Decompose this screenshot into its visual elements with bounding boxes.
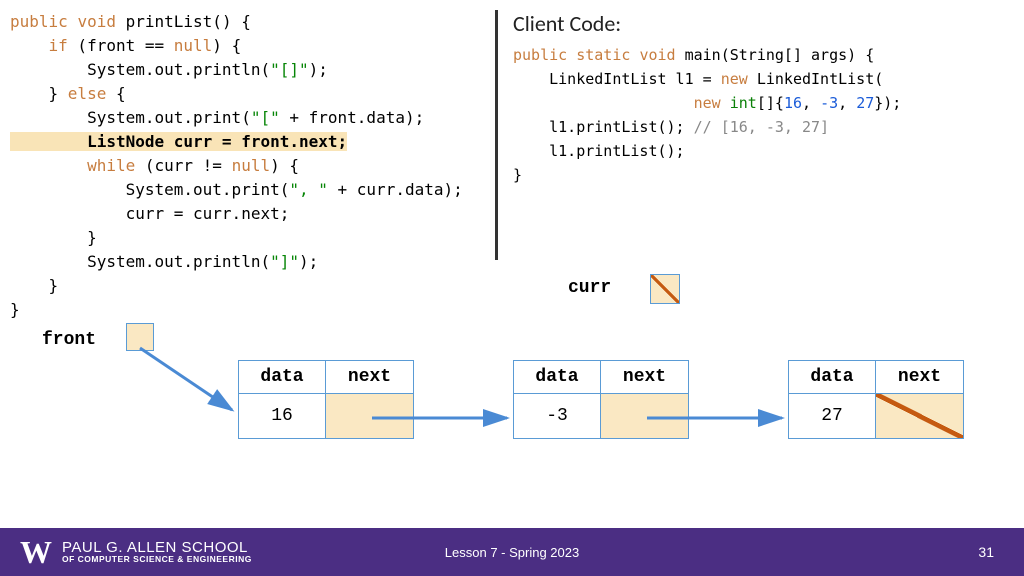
page-number: 31	[978, 544, 994, 560]
client-code-title: Client Code:	[513, 10, 1004, 37]
code-line: l1.printList(); // [16, -3, 27]	[513, 115, 1004, 139]
node-next-cell	[326, 394, 413, 438]
code-line: System.out.print(", " + curr.data);	[10, 178, 480, 202]
code-line: }	[10, 226, 480, 250]
code-line: if (front == null) {	[10, 34, 480, 58]
list-node-1: datanext 16	[238, 360, 414, 439]
node-header-next: next	[326, 361, 413, 394]
linked-list-diagram: curr front datanext 16 datanext -3 datan…	[0, 270, 1024, 500]
list-node-2: datanext -3	[513, 360, 689, 439]
node-header-next: next	[601, 361, 688, 394]
code-line: public void printList() {	[10, 10, 480, 34]
node-next-cell	[601, 394, 688, 438]
school-main-text: PAUL G. ALLEN SCHOOL	[62, 540, 252, 556]
w-logo-icon: W	[20, 534, 52, 571]
code-line: new int[]{16, -3, 27});	[513, 91, 1004, 115]
code-line: while (curr != null) {	[10, 154, 480, 178]
code-line-highlighted: ListNode curr = front.next;	[10, 130, 480, 154]
uw-logo: W PAUL G. ALLEN SCHOOL OF COMPUTER SCIEN…	[0, 534, 252, 571]
code-line: } else {	[10, 82, 480, 106]
front-variable-label: front	[42, 330, 96, 350]
node-header-data: data	[514, 361, 601, 394]
node-data-value: 16	[239, 394, 326, 438]
code-line: l1.printList();	[513, 139, 1004, 163]
node-next-null	[876, 394, 963, 438]
list-node-3: datanext 27	[788, 360, 964, 439]
node-data-value: -3	[514, 394, 601, 438]
code-line: LinkedIntList l1 = new LinkedIntList(	[513, 67, 1004, 91]
front-variable-box	[126, 323, 154, 351]
lesson-label: Lesson 7 - Spring 2023	[445, 545, 579, 560]
school-sub-text: OF COMPUTER SCIENCE & ENGINEERING	[62, 555, 252, 564]
curr-variable-label: curr	[568, 278, 611, 298]
node-header-next: next	[876, 361, 963, 394]
code-line: }	[513, 163, 1004, 187]
node-data-value: 27	[789, 394, 876, 438]
node-header-data: data	[789, 361, 876, 394]
school-name: PAUL G. ALLEN SCHOOL OF COMPUTER SCIENCE…	[62, 540, 252, 565]
curr-variable-box	[650, 274, 680, 304]
code-line: curr = curr.next;	[10, 202, 480, 226]
vertical-divider	[495, 10, 498, 260]
code-line: System.out.println("[]");	[10, 58, 480, 82]
main-code: public static void main(String[] args) {…	[513, 43, 1004, 187]
code-line: public static void main(String[] args) {	[513, 43, 1004, 67]
node-header-data: data	[239, 361, 326, 394]
code-line: System.out.print("[" + front.data);	[10, 106, 480, 130]
slide-footer: W PAUL G. ALLEN SCHOOL OF COMPUTER SCIEN…	[0, 528, 1024, 576]
